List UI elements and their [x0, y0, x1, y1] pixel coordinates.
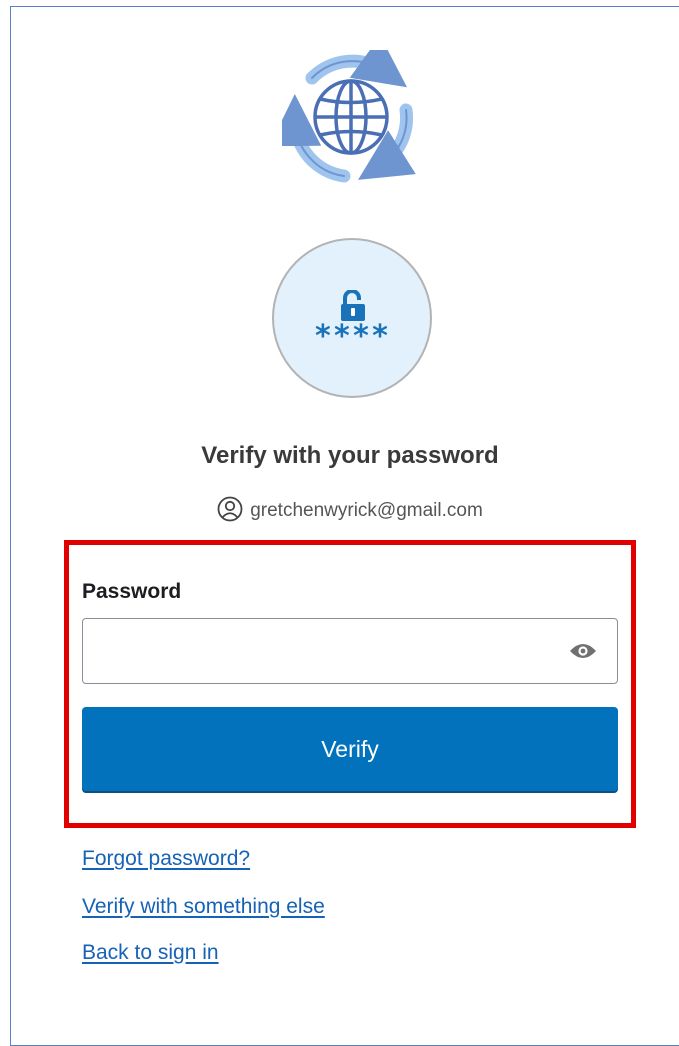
forgot-password-link[interactable]: Forgot password?: [82, 845, 250, 873]
password-label: Password: [82, 580, 182, 603]
password-field[interactable]: [82, 618, 618, 684]
user-email: gretchenwyrick@gmail.com: [250, 500, 483, 521]
verify-button[interactable]: Verify: [82, 707, 618, 791]
password-factor-icon: ****: [272, 238, 432, 398]
lock-icon: [341, 290, 365, 321]
password-input[interactable]: [93, 629, 547, 675]
back-to-sign-in-link[interactable]: Back to sign in: [82, 939, 219, 967]
brand-logo-icon: [269, 35, 420, 184]
eye-icon[interactable]: [569, 642, 597, 660]
user-identifier: gretchenwyrick@gmail.com: [0, 496, 679, 525]
user-icon: [217, 496, 243, 522]
password-stars: ****: [313, 319, 391, 354]
verify-with-something-else-link[interactable]: Verify with something else: [82, 893, 325, 921]
page-title: Verify with your password: [201, 442, 499, 469]
